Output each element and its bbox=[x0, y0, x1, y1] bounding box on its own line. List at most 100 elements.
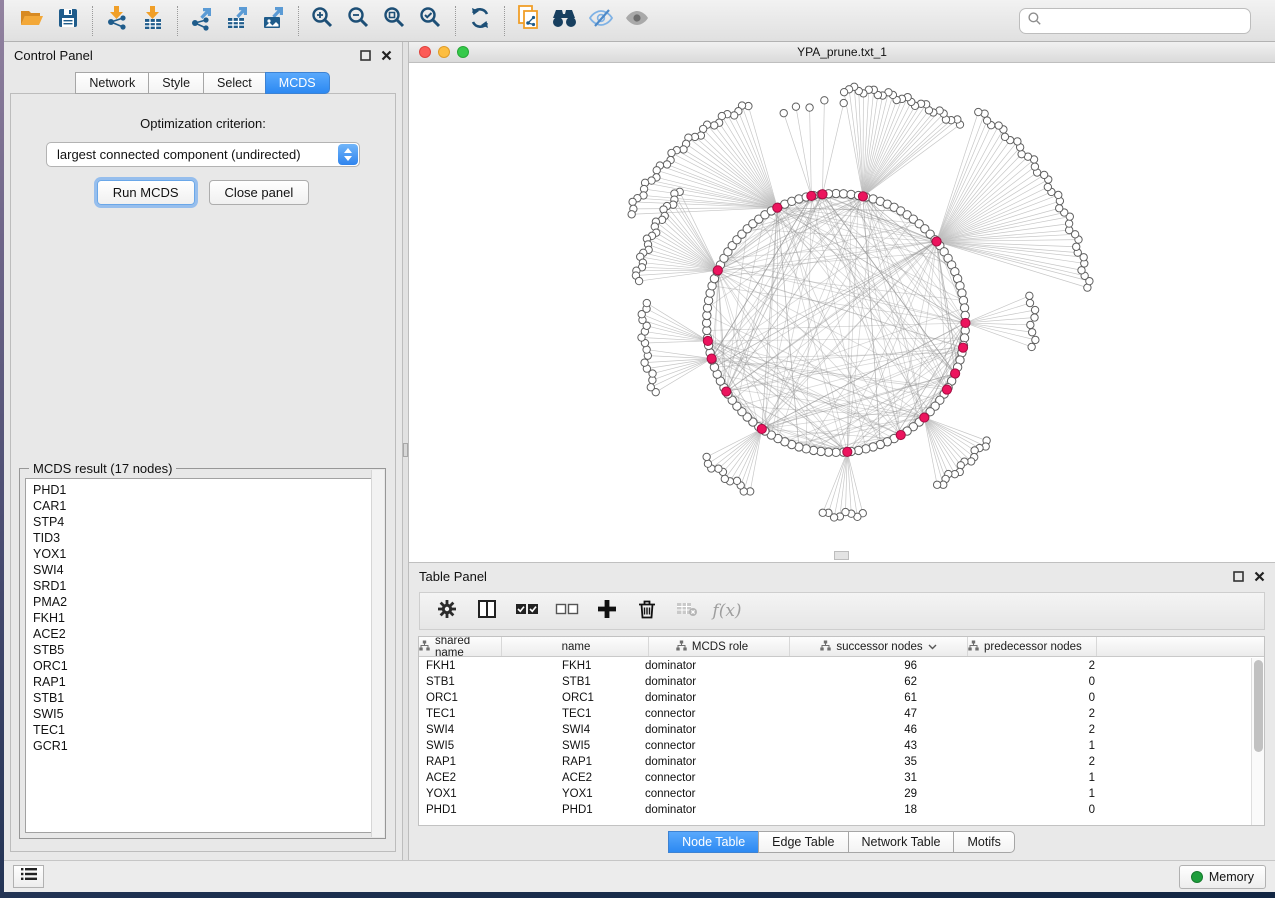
cell-shared-name[interactable]: YOX1 bbox=[419, 786, 555, 802]
cell-mcds-role[interactable]: connector bbox=[638, 770, 785, 786]
mcds-result-item[interactable]: SRD1 bbox=[33, 578, 379, 594]
table-scrollbar[interactable] bbox=[1251, 658, 1264, 825]
cell-name[interactable]: FKH1 bbox=[555, 658, 638, 674]
table-row[interactable]: SWI5 SWI5 connector 43 1 bbox=[419, 738, 1251, 754]
cell-successor-nodes[interactable]: 96 bbox=[785, 658, 926, 674]
zoom-selected-button[interactable] bbox=[413, 4, 449, 38]
cell-name[interactable]: SWI4 bbox=[555, 722, 638, 738]
cell-name[interactable]: TEC1 bbox=[555, 706, 638, 722]
task-history-button[interactable] bbox=[13, 865, 44, 888]
cell-mcds-role[interactable]: dominator bbox=[638, 690, 785, 706]
cell-mcds-role[interactable]: connector bbox=[638, 706, 785, 722]
show-all-button[interactable] bbox=[619, 4, 655, 38]
network-graph[interactable] bbox=[409, 63, 1275, 562]
export-network-button[interactable] bbox=[184, 4, 220, 38]
cell-successor-nodes[interactable]: 46 bbox=[785, 722, 926, 738]
cell-successor-nodes[interactable]: 35 bbox=[785, 754, 926, 770]
control-panel-tab[interactable]: Select bbox=[203, 72, 266, 94]
table-settings-button[interactable] bbox=[432, 596, 462, 626]
cell-predecessor-nodes[interactable]: 2 bbox=[926, 754, 1104, 770]
network-canvas[interactable] bbox=[409, 63, 1275, 562]
criterion-dropdown[interactable]: largest connected component (undirected) bbox=[46, 142, 360, 167]
cell-shared-name[interactable]: RAP1 bbox=[419, 754, 555, 770]
table-tab[interactable]: Node Table bbox=[668, 831, 759, 853]
table-tab[interactable]: Network Table bbox=[848, 831, 955, 853]
column-header[interactable]: predecessor nodes bbox=[968, 637, 1097, 656]
cell-successor-nodes[interactable]: 18 bbox=[785, 802, 926, 818]
sort-chevron-icon[interactable] bbox=[928, 641, 937, 653]
column-header[interactable]: name bbox=[502, 637, 649, 656]
column-header[interactable]: MCDS role bbox=[649, 637, 790, 656]
share-session-button[interactable] bbox=[511, 4, 547, 38]
search-input[interactable] bbox=[1047, 14, 1243, 28]
open-session-button[interactable] bbox=[14, 4, 50, 38]
delete-column-button[interactable] bbox=[632, 596, 662, 626]
float-table-panel-button[interactable] bbox=[1233, 571, 1244, 582]
export-table-button[interactable] bbox=[220, 4, 256, 38]
table-row[interactable]: PHD1 PHD1 dominator 18 0 bbox=[419, 802, 1251, 818]
close-panel-button-mcds[interactable]: Close panel bbox=[209, 180, 310, 205]
add-column-button[interactable] bbox=[592, 596, 622, 626]
cell-predecessor-nodes[interactable]: 0 bbox=[926, 802, 1104, 818]
table-tab[interactable]: Motifs bbox=[953, 831, 1014, 853]
cell-successor-nodes[interactable]: 29 bbox=[785, 786, 926, 802]
cell-shared-name[interactable]: ACE2 bbox=[419, 770, 555, 786]
cell-successor-nodes[interactable]: 31 bbox=[785, 770, 926, 786]
cell-name[interactable]: RAP1 bbox=[555, 754, 638, 770]
table-row[interactable]: ACE2 ACE2 connector 31 1 bbox=[419, 770, 1251, 786]
import-network-button[interactable] bbox=[99, 4, 135, 38]
search-box[interactable] bbox=[1019, 8, 1251, 34]
deselect-all-checkboxes-button[interactable] bbox=[552, 596, 582, 626]
cell-predecessor-nodes[interactable]: 0 bbox=[926, 690, 1104, 706]
mcds-result-item[interactable]: CAR1 bbox=[33, 498, 379, 514]
zoom-fit-button[interactable] bbox=[377, 4, 413, 38]
zoom-in-button[interactable] bbox=[305, 4, 341, 38]
cell-name[interactable]: PHD1 bbox=[555, 802, 638, 818]
cell-name[interactable]: STB1 bbox=[555, 674, 638, 690]
cell-predecessor-nodes[interactable]: 2 bbox=[926, 706, 1104, 722]
cell-successor-nodes[interactable]: 47 bbox=[785, 706, 926, 722]
mcds-result-item[interactable]: RAP1 bbox=[33, 674, 379, 690]
table-row[interactable]: FKH1 FKH1 dominator 96 2 bbox=[419, 658, 1251, 674]
cell-predecessor-nodes[interactable]: 1 bbox=[926, 770, 1104, 786]
hide-selected-button[interactable] bbox=[583, 4, 619, 38]
cell-predecessor-nodes[interactable]: 1 bbox=[926, 738, 1104, 754]
run-mcds-button[interactable]: Run MCDS bbox=[97, 180, 195, 205]
control-panel-tab[interactable]: MCDS bbox=[265, 72, 330, 94]
vertical-splitter[interactable] bbox=[402, 42, 409, 860]
refresh-button[interactable] bbox=[462, 4, 498, 38]
mcds-result-item[interactable]: YOX1 bbox=[33, 546, 379, 562]
cell-shared-name[interactable]: STB1 bbox=[419, 674, 555, 690]
table-row[interactable]: STB1 STB1 dominator 62 0 bbox=[419, 674, 1251, 690]
save-session-button[interactable] bbox=[50, 4, 86, 38]
cell-shared-name[interactable]: TEC1 bbox=[419, 706, 555, 722]
cell-predecessor-nodes[interactable]: 1 bbox=[926, 786, 1104, 802]
cell-mcds-role[interactable]: connector bbox=[638, 786, 785, 802]
birds-eye-button[interactable] bbox=[547, 4, 583, 38]
mcds-result-item[interactable]: PMA2 bbox=[33, 594, 379, 610]
column-header[interactable]: shared name bbox=[419, 637, 502, 656]
table-row[interactable]: TEC1 TEC1 connector 47 2 bbox=[419, 706, 1251, 722]
cell-name[interactable]: YOX1 bbox=[555, 786, 638, 802]
mcds-result-item[interactable]: GCR1 bbox=[33, 738, 379, 754]
close-panel-button[interactable] bbox=[381, 50, 392, 61]
cell-shared-name[interactable]: ORC1 bbox=[419, 690, 555, 706]
mcds-result-item[interactable]: TEC1 bbox=[33, 722, 379, 738]
mcds-result-list[interactable]: PHD1CAR1STP4TID3YOX1SWI4SRD1PMA2FKH1ACE2… bbox=[25, 478, 380, 833]
mcds-result-item[interactable]: ORC1 bbox=[33, 658, 379, 674]
cell-name[interactable]: ORC1 bbox=[555, 690, 638, 706]
table-row[interactable]: ORC1 ORC1 dominator 61 0 bbox=[419, 690, 1251, 706]
cell-predecessor-nodes[interactable]: 2 bbox=[926, 658, 1104, 674]
maximize-window-icon[interactable] bbox=[457, 46, 469, 58]
table-row[interactable]: SWI4 SWI4 dominator 46 2 bbox=[419, 722, 1251, 738]
table-row[interactable]: YOX1 YOX1 connector 29 1 bbox=[419, 786, 1251, 802]
split-columns-button[interactable] bbox=[472, 596, 502, 626]
table-row[interactable]: RAP1 RAP1 dominator 35 2 bbox=[419, 754, 1251, 770]
table-scrollbar-thumb[interactable] bbox=[1254, 660, 1263, 752]
cell-successor-nodes[interactable]: 43 bbox=[785, 738, 926, 754]
cell-shared-name[interactable]: PHD1 bbox=[419, 802, 555, 818]
cell-mcds-role[interactable]: dominator bbox=[638, 658, 785, 674]
minimize-window-icon[interactable] bbox=[438, 46, 450, 58]
mcds-result-item[interactable]: STP4 bbox=[33, 514, 379, 530]
mcds-result-item[interactable]: ACE2 bbox=[33, 626, 379, 642]
